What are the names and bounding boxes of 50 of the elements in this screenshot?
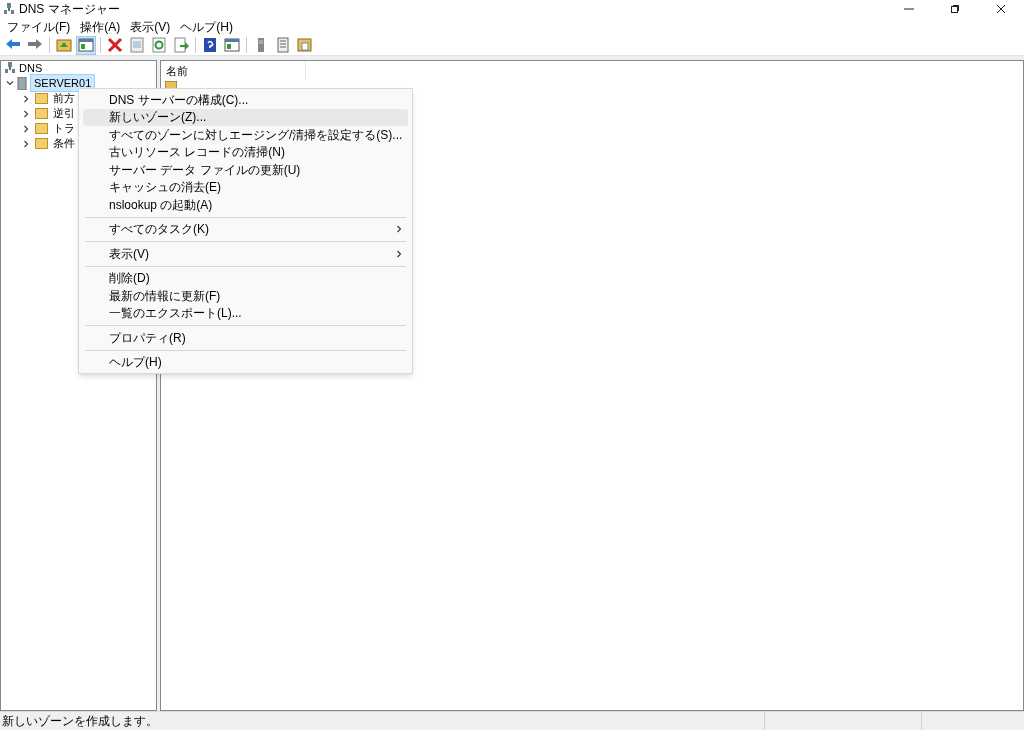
- menu-item[interactable]: すべてのゾーンに対しエージング/清掃を設定する(S)...: [83, 126, 409, 144]
- menu-item[interactable]: ヘルプ(H): [83, 353, 409, 371]
- tree-item[interactable]: トラ: [53, 120, 75, 137]
- menu-item[interactable]: ヘルプ(H): [176, 18, 237, 35]
- collapsed-chevron-icon[interactable]: [22, 124, 30, 133]
- folder-icon: [35, 108, 48, 119]
- menu-item[interactable]: サーバー データ ファイルの更新(U): [83, 161, 409, 179]
- pane-icon: [78, 37, 94, 53]
- delete-button[interactable]: [105, 35, 125, 55]
- pane-button[interactable]: [76, 35, 96, 55]
- folder-icon: [35, 93, 48, 104]
- menu-item[interactable]: キャッシュの消去(E): [83, 178, 409, 196]
- restore-icon: [950, 4, 960, 14]
- tree-item[interactable]: 逆引: [53, 105, 75, 122]
- server-icon: [17, 76, 27, 90]
- menu-item[interactable]: 表示(V): [83, 245, 409, 263]
- dns-app-icon: [4, 3, 14, 15]
- menu-item[interactable]: すべてのタスク(K): [83, 220, 409, 238]
- submenu-chevron-icon: [396, 225, 403, 234]
- folder-icon: [35, 138, 48, 149]
- menu-item[interactable]: 一覧のエクスポート(L)...: [83, 304, 409, 322]
- tree-item[interactable]: 条件: [53, 135, 75, 152]
- menu-item[interactable]: DNS サーバーの構成(C)...: [83, 91, 409, 109]
- collapsed-chevron-icon[interactable]: [22, 94, 30, 103]
- close-icon: [996, 4, 1006, 14]
- refresh-button[interactable]: [149, 35, 169, 55]
- submenu-chevron-icon: [396, 249, 403, 258]
- export-button[interactable]: [171, 35, 191, 55]
- menu-item[interactable]: 操作(A): [76, 18, 125, 35]
- expanded-chevron-icon[interactable]: [6, 79, 14, 87]
- folder-button[interactable]: [295, 35, 315, 55]
- folder-up-icon: [56, 37, 72, 53]
- menu-item[interactable]: 新しいゾーン(Z)...: [83, 108, 409, 126]
- dns-icon: [5, 62, 15, 74]
- delete-icon: [107, 37, 123, 53]
- tree-item[interactable]: 前方: [53, 90, 75, 107]
- window-title: DNS マネージャー: [19, 1, 120, 18]
- menu-item[interactable]: プロパティ(R): [83, 329, 409, 347]
- collapsed-chevron-icon[interactable]: [22, 139, 30, 148]
- menu-item[interactable]: 古いリソース レコードの清掃(N): [83, 143, 409, 161]
- menu-item[interactable]: 表示(V): [126, 18, 175, 35]
- collapsed-chevron-icon[interactable]: [22, 109, 30, 118]
- menu-item[interactable]: 削除(D): [83, 269, 409, 287]
- menu-item[interactable]: nslookup の起動(A): [83, 196, 409, 214]
- status-text: 新しいゾーンを作成します。: [1, 713, 159, 730]
- pane-button[interactable]: [222, 35, 242, 55]
- menu-item[interactable]: ファイル(F): [3, 18, 75, 35]
- tree-item[interactable]: SERVER01: [30, 73, 96, 93]
- folder-icon: [35, 123, 48, 134]
- menu-item[interactable]: 最新の情報に更新(F): [83, 287, 409, 305]
